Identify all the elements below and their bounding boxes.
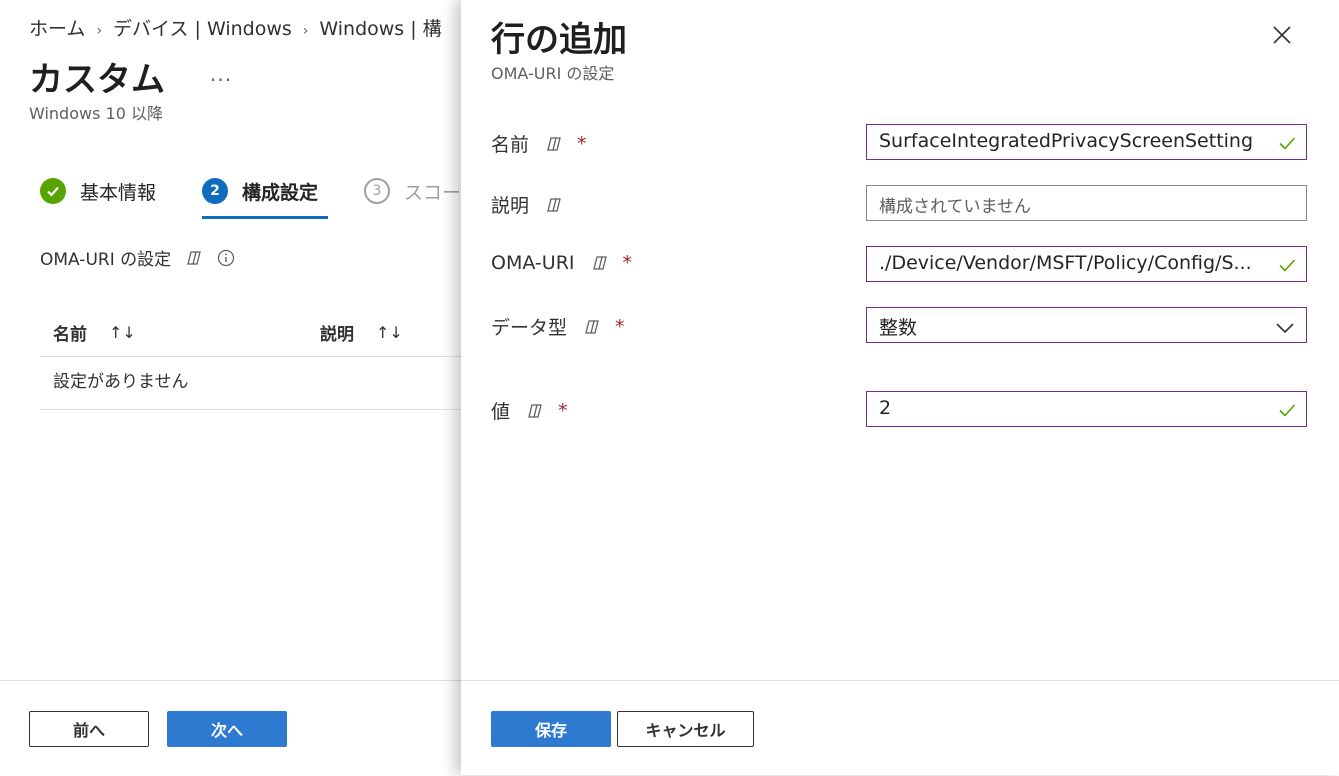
breadcrumb-devices-windows[interactable]: デバイス | Windows bbox=[113, 18, 292, 40]
field-label: データ型 * bbox=[491, 313, 625, 340]
oma-uri-section-title: OMA-URI の設定 bbox=[40, 245, 235, 270]
save-button[interactable]: 保存 bbox=[491, 711, 611, 747]
field-label: 説明 bbox=[491, 191, 563, 218]
copilot-icon[interactable] bbox=[526, 402, 544, 420]
previous-button[interactable]: 前へ bbox=[29, 711, 149, 747]
breadcrumb-home[interactable]: ホーム bbox=[29, 18, 85, 40]
name-input[interactable]: SurfaceIntegratedPrivacyScreenSetting bbox=[866, 124, 1307, 160]
required-marker: * bbox=[615, 315, 625, 338]
sort-icon[interactable]: ↑↓ bbox=[109, 323, 136, 342]
step-number: 2 bbox=[202, 178, 228, 204]
wizard-footer: 前へ 次へ bbox=[0, 680, 470, 776]
required-marker: * bbox=[577, 132, 587, 155]
next-button[interactable]: 次へ bbox=[167, 711, 287, 747]
form-row-name: 名前 * SurfaceIntegratedPrivacyScreenSetti… bbox=[491, 124, 1307, 160]
data-type-dropdown[interactable]: 整数 bbox=[866, 307, 1307, 343]
page-title: カスタム bbox=[29, 60, 165, 100]
empty-message: 設定がありません bbox=[53, 372, 189, 392]
step-configuration-settings[interactable]: 2 構成設定 bbox=[202, 178, 328, 222]
form-row-description: 説明 構成されていません bbox=[491, 185, 1307, 221]
label-text: 名前 bbox=[491, 134, 530, 156]
sort-icon[interactable]: ↑↓ bbox=[376, 323, 403, 342]
step-number: 3 bbox=[364, 178, 390, 204]
close-button[interactable] bbox=[1267, 20, 1297, 50]
step-label: 基本情報 bbox=[80, 182, 157, 204]
label-text: OMA-URI bbox=[491, 252, 575, 274]
description-input[interactable]: 構成されていません bbox=[866, 185, 1307, 221]
chevron-right-icon: › bbox=[96, 23, 103, 39]
label-text: データ型 bbox=[491, 317, 568, 339]
blade-subtitle: OMA-URI の設定 bbox=[491, 64, 615, 83]
required-marker: * bbox=[558, 399, 568, 422]
form-row-value: 値 * 2 bbox=[491, 391, 1307, 427]
copilot-icon[interactable] bbox=[591, 254, 609, 272]
copilot-icon[interactable] bbox=[583, 318, 601, 336]
input-placeholder: 構成されていません bbox=[879, 197, 1031, 217]
form-row-oma-uri: OMA-URI * ./Device/Vendor/MSFT/Policy/Co… bbox=[491, 246, 1307, 282]
input-value: ./Device/Vendor/MSFT/Policy/Config/S... bbox=[879, 252, 1252, 274]
oma-uri-input[interactable]: ./Device/Vendor/MSFT/Policy/Config/S... bbox=[866, 246, 1307, 282]
copilot-icon[interactable] bbox=[545, 135, 563, 153]
field-label: 値 * bbox=[491, 397, 568, 424]
more-options-button[interactable]: ... bbox=[210, 62, 232, 86]
column-label: 名前 bbox=[53, 325, 87, 345]
cancel-button[interactable]: キャンセル bbox=[617, 711, 754, 747]
label-text: 値 bbox=[491, 401, 511, 423]
checkmark-icon bbox=[1277, 133, 1297, 153]
input-value: 2 bbox=[879, 397, 892, 419]
column-label: 説明 bbox=[320, 325, 354, 345]
column-header-description[interactable]: 説明 ↑↓ bbox=[320, 320, 403, 345]
form-row-data-type: データ型 * 整数 bbox=[491, 307, 1307, 343]
chevron-down-icon bbox=[1275, 318, 1295, 334]
checkmark-icon bbox=[40, 178, 66, 204]
breadcrumb: ホーム › デバイス | Windows › Windows | 構 bbox=[29, 14, 442, 41]
field-label: OMA-URI * bbox=[491, 252, 632, 274]
field-label: 名前 * bbox=[491, 130, 587, 157]
copilot-icon[interactable] bbox=[545, 196, 563, 214]
column-header-name[interactable]: 名前 ↑↓ bbox=[53, 320, 136, 345]
settings-table-header: 名前 ↑↓ 説明 ↑↓ bbox=[40, 310, 480, 357]
label-text: 説明 bbox=[491, 195, 530, 217]
table-empty-row: 設定がありません bbox=[40, 357, 480, 410]
step-basics[interactable]: 基本情報 bbox=[40, 178, 156, 222]
blade-footer: 保存 キャンセル bbox=[461, 680, 1339, 776]
breadcrumb-windows-config[interactable]: Windows | 構 bbox=[319, 18, 441, 40]
page-subtitle: Windows 10 以降 bbox=[29, 104, 163, 123]
copilot-icon[interactable] bbox=[185, 249, 203, 267]
section-title-text: OMA-URI の設定 bbox=[40, 250, 172, 270]
active-step-underline bbox=[202, 216, 328, 219]
chevron-right-icon: › bbox=[302, 23, 309, 39]
selected-value: 整数 bbox=[879, 317, 918, 339]
step-label: 構成設定 bbox=[242, 182, 319, 204]
input-value: SurfaceIntegratedPrivacyScreenSetting bbox=[879, 130, 1254, 152]
info-icon[interactable] bbox=[217, 249, 235, 267]
checkmark-icon bbox=[1277, 400, 1297, 420]
close-icon bbox=[1273, 26, 1291, 44]
checkmark-icon bbox=[1277, 255, 1297, 275]
blade-title: 行の追加 bbox=[491, 20, 627, 60]
add-row-blade: 行の追加 OMA-URI の設定 名前 * SurfaceIntegratedP… bbox=[461, 0, 1339, 775]
value-input[interactable]: 2 bbox=[866, 391, 1307, 427]
required-marker: * bbox=[622, 252, 633, 274]
